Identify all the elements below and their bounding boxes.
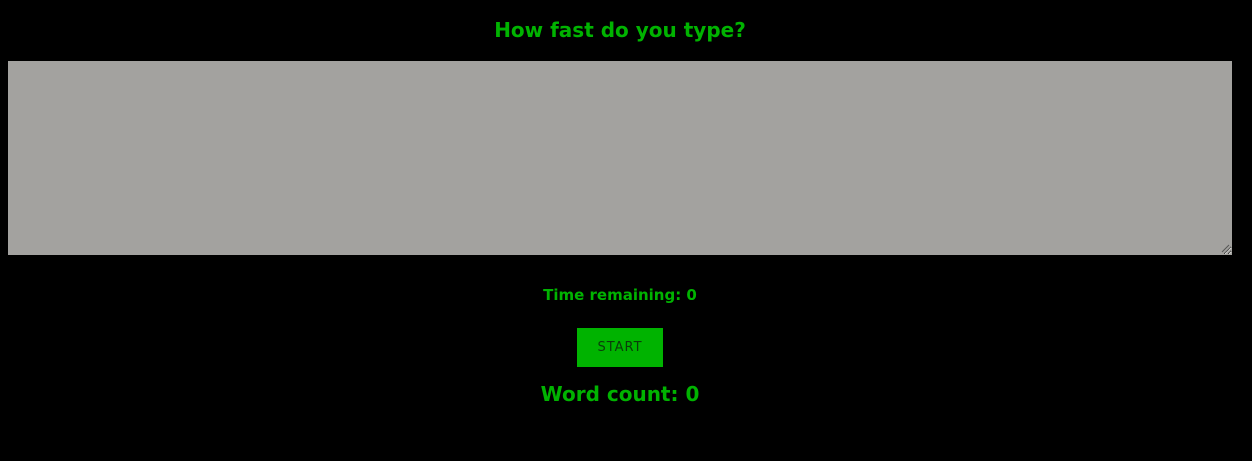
start-button[interactable]: START [577,328,663,367]
time-remaining-label: Time remaining: 0 [543,286,697,304]
typing-input[interactable] [8,61,1232,255]
page-title: How fast do you type? [494,18,746,42]
word-count-label: Word count: 0 [540,382,700,406]
